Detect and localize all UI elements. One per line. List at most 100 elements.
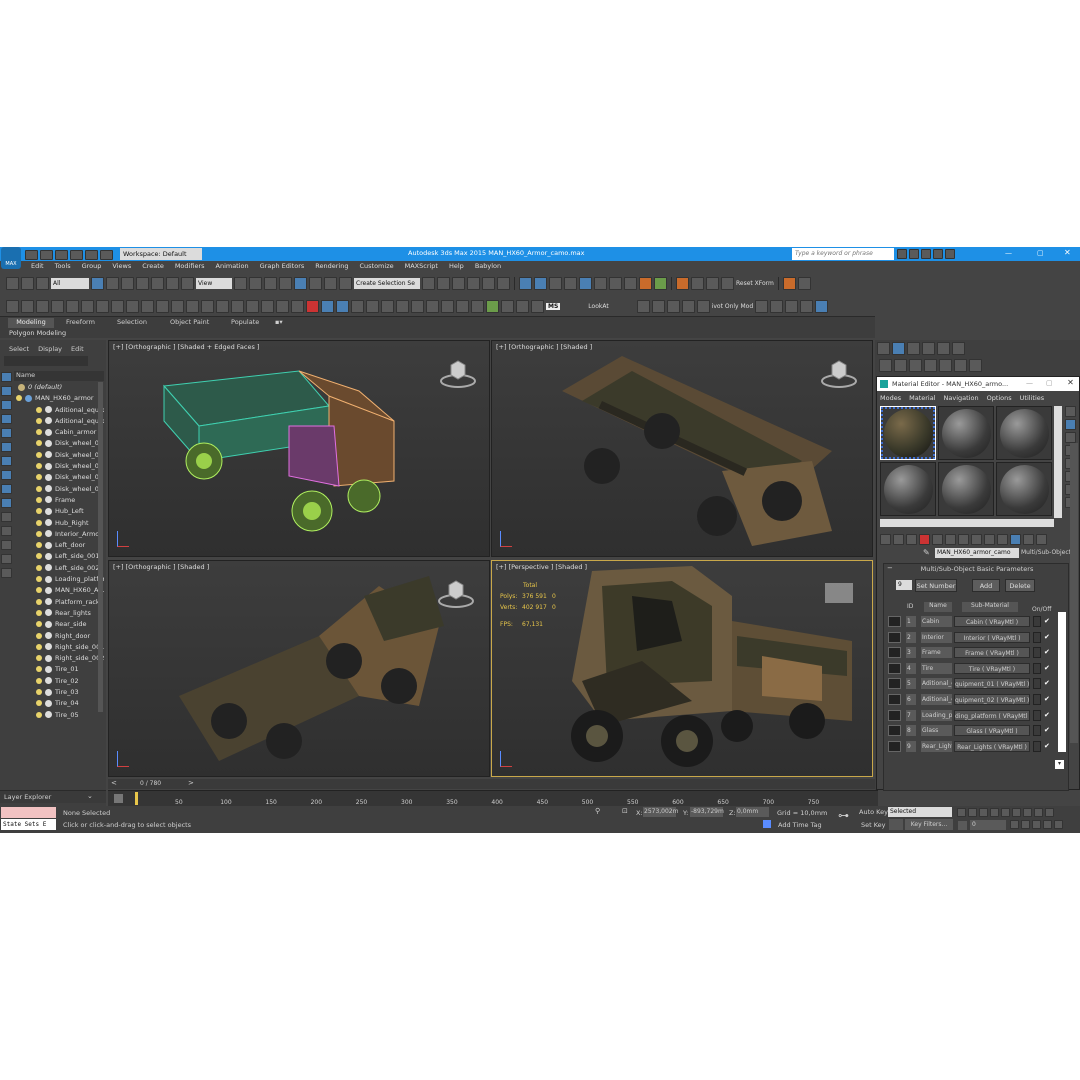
scene-item[interactable]: Tire_05 — [16, 710, 104, 721]
scene-item[interactable]: Left_door — [16, 540, 104, 551]
visibility-icon[interactable] — [36, 621, 42, 628]
cameras-icon[interactable] — [924, 358, 937, 372]
submaterial-name-field[interactable]: Aditional_e — [921, 694, 952, 705]
scene-item[interactable]: Tire_02 — [16, 676, 104, 687]
scene-item[interactable]: Disk_wheel_05 — [16, 484, 104, 495]
selection-filter-dropdown[interactable]: All — [51, 277, 89, 289]
submaterial-row[interactable]: 6 Aditional_e quipment_02 ( VRayMtl ) ✔ — [887, 692, 1063, 707]
field-of-view-icon[interactable] — [1034, 807, 1043, 817]
scene-item[interactable]: MAN_HX60_Ar... — [16, 585, 104, 596]
visibility-icon[interactable] — [36, 598, 42, 605]
state-sets-field[interactable]: State Sets E — [1, 819, 56, 830]
visibility-icon[interactable] — [36, 530, 42, 537]
go-to-end-icon[interactable] — [1001, 807, 1010, 817]
scene-item[interactable]: Cabin_armor — [16, 427, 104, 438]
geometry-icon[interactable] — [879, 358, 892, 372]
submaterial-swatch-icon[interactable] — [888, 709, 901, 721]
viewport-top-right[interactable]: [+] [Orthographic ] [Shaded ] — [491, 340, 873, 557]
tool-02-icon[interactable] — [21, 299, 34, 313]
tool-31-icon[interactable] — [456, 299, 469, 313]
set-key-icon[interactable] — [889, 819, 903, 830]
filter-groups-icon[interactable] — [1, 456, 12, 466]
viewcube-icon[interactable] — [439, 359, 477, 389]
visibility-icon[interactable] — [36, 677, 42, 684]
tool-11-icon[interactable] — [156, 299, 169, 313]
sample-slot-scrollbar-h[interactable] — [880, 519, 1054, 527]
maximize-viewport-icon[interactable] — [1021, 819, 1030, 829]
shapes-icon[interactable] — [894, 358, 907, 372]
submaterial-swatch-icon[interactable] — [888, 725, 901, 737]
display-tab-icon[interactable] — [937, 341, 950, 355]
submaterial-swatch-icon[interactable] — [888, 662, 901, 674]
tool-29-icon[interactable] — [426, 299, 439, 313]
time-config-icon[interactable] — [1010, 819, 1019, 829]
tool-43-icon[interactable] — [785, 299, 799, 313]
box-blue-icon[interactable] — [321, 299, 334, 313]
visibility-icon[interactable] — [36, 609, 42, 616]
menu-maxscript[interactable]: MAXScript — [405, 262, 438, 270]
tool-05-icon[interactable] — [66, 299, 79, 313]
menu-rendering[interactable]: Rendering — [315, 262, 348, 270]
cart-icon[interactable] — [921, 249, 931, 259]
submaterial-row[interactable]: 7 Loading_pl ding_platform ( VRayMtl ) ✔ — [887, 708, 1063, 723]
add-time-tag-button[interactable]: Add Time Tag — [778, 821, 822, 829]
submaterial-button[interactable]: Tire ( VRayMtl ) — [954, 662, 1030, 674]
y-coordinate-field[interactable]: -893,729m — [690, 807, 724, 817]
tool-13-icon[interactable] — [186, 299, 199, 313]
spinner-snap-icon[interactable] — [324, 276, 337, 290]
submaterial-name-field[interactable]: Tire — [921, 662, 952, 674]
material-id-channel-icon[interactable] — [958, 533, 969, 545]
scene-item[interactable]: Tire_04 — [16, 698, 104, 709]
me-menu-options[interactable]: Options — [987, 394, 1012, 402]
user-icon[interactable] — [909, 249, 919, 259]
viewport-top-left[interactable]: [+] [Orthographic ] [Shaded + Edged Face… — [108, 340, 490, 557]
hierarchy-tab-icon[interactable] — [907, 341, 920, 355]
tool-24-icon[interactable] — [351, 299, 364, 313]
viewcube-icon[interactable] — [437, 579, 475, 609]
keyboard-shortcut-icon[interactable] — [264, 276, 277, 290]
set-number-button[interactable]: Set Number — [915, 579, 957, 592]
systems-icon[interactable] — [969, 358, 982, 372]
go-forward-sibling-icon[interactable] — [1010, 533, 1021, 545]
scene-item[interactable]: Hub_Right — [16, 518, 104, 529]
submaterial-on-checkbox[interactable]: ✔ — [1044, 694, 1053, 705]
edit-named-selection-icon[interactable] — [339, 276, 352, 290]
ribbon-tab-populate[interactable]: Populate — [231, 318, 259, 326]
z-coordinate-field[interactable]: 0,0mm — [736, 807, 769, 817]
scene-item[interactable]: Platform_rack — [16, 597, 104, 608]
sample-slot-scrollbar-v[interactable] — [1054, 406, 1062, 518]
submaterial-name-field[interactable]: Aditional_e — [921, 678, 952, 690]
material-name-field[interactable]: MAN_HX60_armor_camo — [935, 548, 1019, 558]
submaterial-name-field[interactable]: Loading_pl — [921, 709, 952, 721]
new-file-icon[interactable] — [25, 250, 38, 260]
sample-type-icon[interactable] — [1065, 406, 1076, 417]
ms-label[interactable]: MS — [546, 302, 561, 310]
visibility-icon[interactable] — [36, 564, 42, 571]
submaterial-on-checkbox[interactable]: ✔ — [1044, 616, 1053, 627]
spacewarps-icon[interactable] — [954, 358, 967, 372]
visibility-icon[interactable] — [36, 429, 42, 436]
key-icon[interactable]: ⊶ — [838, 809, 849, 822]
tool-25-icon[interactable] — [366, 299, 379, 313]
add-button[interactable]: Add — [972, 579, 1000, 592]
submaterial-name-field[interactable]: Interior — [921, 631, 952, 643]
submaterial-swatch-icon[interactable] — [888, 616, 901, 627]
submaterial-name-field[interactable]: Glass — [921, 725, 952, 737]
tool-06-icon[interactable] — [81, 299, 94, 313]
visibility-icon[interactable] — [36, 553, 42, 560]
visibility-icon[interactable] — [36, 655, 42, 662]
set-key-button[interactable]: Set Key — [861, 821, 886, 829]
filter-geometry-icon[interactable] — [1, 372, 12, 382]
visibility-icon[interactable] — [36, 463, 42, 470]
curve-editor-icon[interactable] — [482, 276, 495, 290]
scene-name-header[interactable]: Name — [14, 371, 104, 381]
submaterial-color-swatch[interactable] — [1033, 709, 1041, 721]
submaterial-scrollbar[interactable] — [1058, 612, 1066, 752]
walk-through-icon[interactable] — [1043, 819, 1052, 829]
filter-xrefs-icon[interactable] — [1, 470, 12, 480]
put-to-scene-icon[interactable] — [893, 533, 904, 545]
angle-snap-icon[interactable] — [294, 276, 307, 290]
time-tag-icon[interactable] — [763, 820, 771, 828]
track-bar[interactable]: 50 100 150 200 250 300 350 400 450 500 550 600 650 70… — [108, 790, 878, 806]
named-selection-dropdown[interactable]: Create Selection Se — [354, 277, 420, 289]
